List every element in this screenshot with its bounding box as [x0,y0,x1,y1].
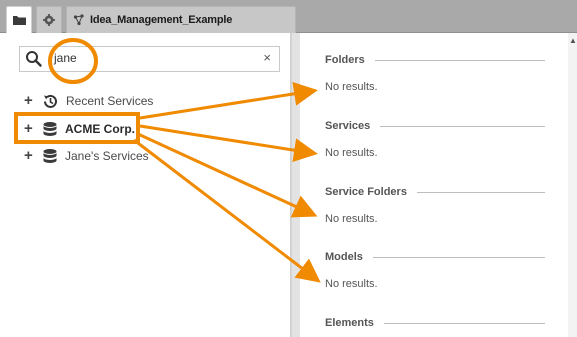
vertical-scrollbar[interactable]: ▲ [568,33,577,337]
database-icon [42,121,58,137]
tab-folder[interactable] [6,6,32,33]
database-icon [42,148,58,164]
section-title: Elements [325,317,374,329]
no-results-text: No results. [325,81,378,93]
no-results-text: No results. [325,213,378,225]
tree-item-label: ACME Corp. [65,122,135,136]
expand-icon[interactable]: + [24,93,38,108]
search-input[interactable]: jane × [19,46,280,72]
section-title: Service Folders [325,186,407,198]
tab-model-label: Idea_Management_Example [90,14,233,26]
results-section-models: Models No results. [325,251,545,290]
section-divider [372,256,545,258]
search-icon [26,51,42,67]
model-icon [73,14,84,26]
results-section-elements: Elements [325,317,545,329]
search-results-panel: Folders No results. Services No results.… [300,33,568,337]
section-title: Models [325,251,363,263]
gear-icon [43,14,55,26]
navigator-panel: jane × + Recent Services + ACME Corp. + [0,33,291,337]
folder-icon [12,16,26,25]
scroll-up-icon[interactable]: ▲ [569,36,577,45]
section-divider [374,59,545,61]
history-icon [42,93,59,110]
panel-splitter[interactable] [291,33,300,337]
section-divider [416,191,545,193]
section-divider [383,322,545,324]
tree-item-recent-services[interactable]: + Recent Services [24,91,153,111]
section-title: Folders [325,54,365,66]
section-title: Services [325,120,371,132]
tree-item-janes-services[interactable]: + Jane's Services [24,146,149,166]
section-divider [380,125,545,127]
tree-item-label: Recent Services [66,94,154,108]
tree-item-label: Jane's Services [65,149,149,163]
results-section-service-folders: Service Folders No results. [325,186,545,225]
clear-icon[interactable]: × [263,50,271,66]
tab-settings[interactable] [36,6,62,33]
no-results-text: No results. [325,278,378,290]
tab-bar: Idea_Management_Example [0,0,577,33]
search-value: jane [54,51,77,65]
expand-icon[interactable]: + [24,121,38,136]
results-section-folders: Folders No results. [325,54,545,93]
results-section-services: Services No results. [325,120,545,159]
expand-icon[interactable]: + [24,148,38,163]
tab-model[interactable]: Idea_Management_Example [66,6,296,33]
tree-item-acme-corp[interactable]: + ACME Corp. [24,119,135,139]
no-results-text: No results. [325,147,378,159]
